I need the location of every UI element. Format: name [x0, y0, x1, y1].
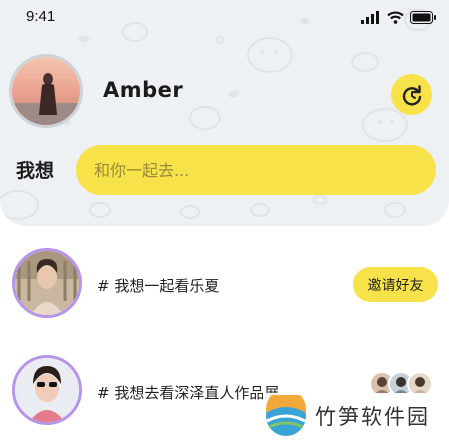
status-icons [361, 11, 437, 24]
avatar-photo [15, 251, 79, 315]
avatar-photo [409, 373, 431, 395]
wish-text: # 我想去看深泽直人作品展 [97, 384, 280, 402]
watermark: 竹笋软件园 [263, 393, 436, 439]
wish-input[interactable] [76, 145, 436, 195]
status-time: 9:41 [26, 8, 56, 25]
wifi-icon [387, 11, 404, 24]
cellular-signal-icon [361, 11, 379, 24]
wish-text: # 我想一起看乐夏 [97, 277, 220, 295]
profile-name: Amber [103, 78, 184, 102]
avatar-photo [15, 358, 79, 422]
user-avatar[interactable] [12, 248, 82, 318]
wish-label: 我想 [16, 160, 55, 182]
bamboo-logo-icon [266, 395, 306, 436]
watermark-text: 竹笋软件园 [315, 405, 430, 429]
profile-avatar[interactable] [9, 54, 83, 128]
refresh-icon [402, 84, 421, 106]
avatar-photo [12, 57, 80, 125]
status-bar: 9:41 [0, 0, 449, 36]
invite-friend-button[interactable]: 邀请好友 [353, 267, 438, 302]
user-avatar[interactable] [12, 355, 82, 425]
battery-icon [410, 11, 436, 24]
refresh-button[interactable] [391, 74, 432, 115]
